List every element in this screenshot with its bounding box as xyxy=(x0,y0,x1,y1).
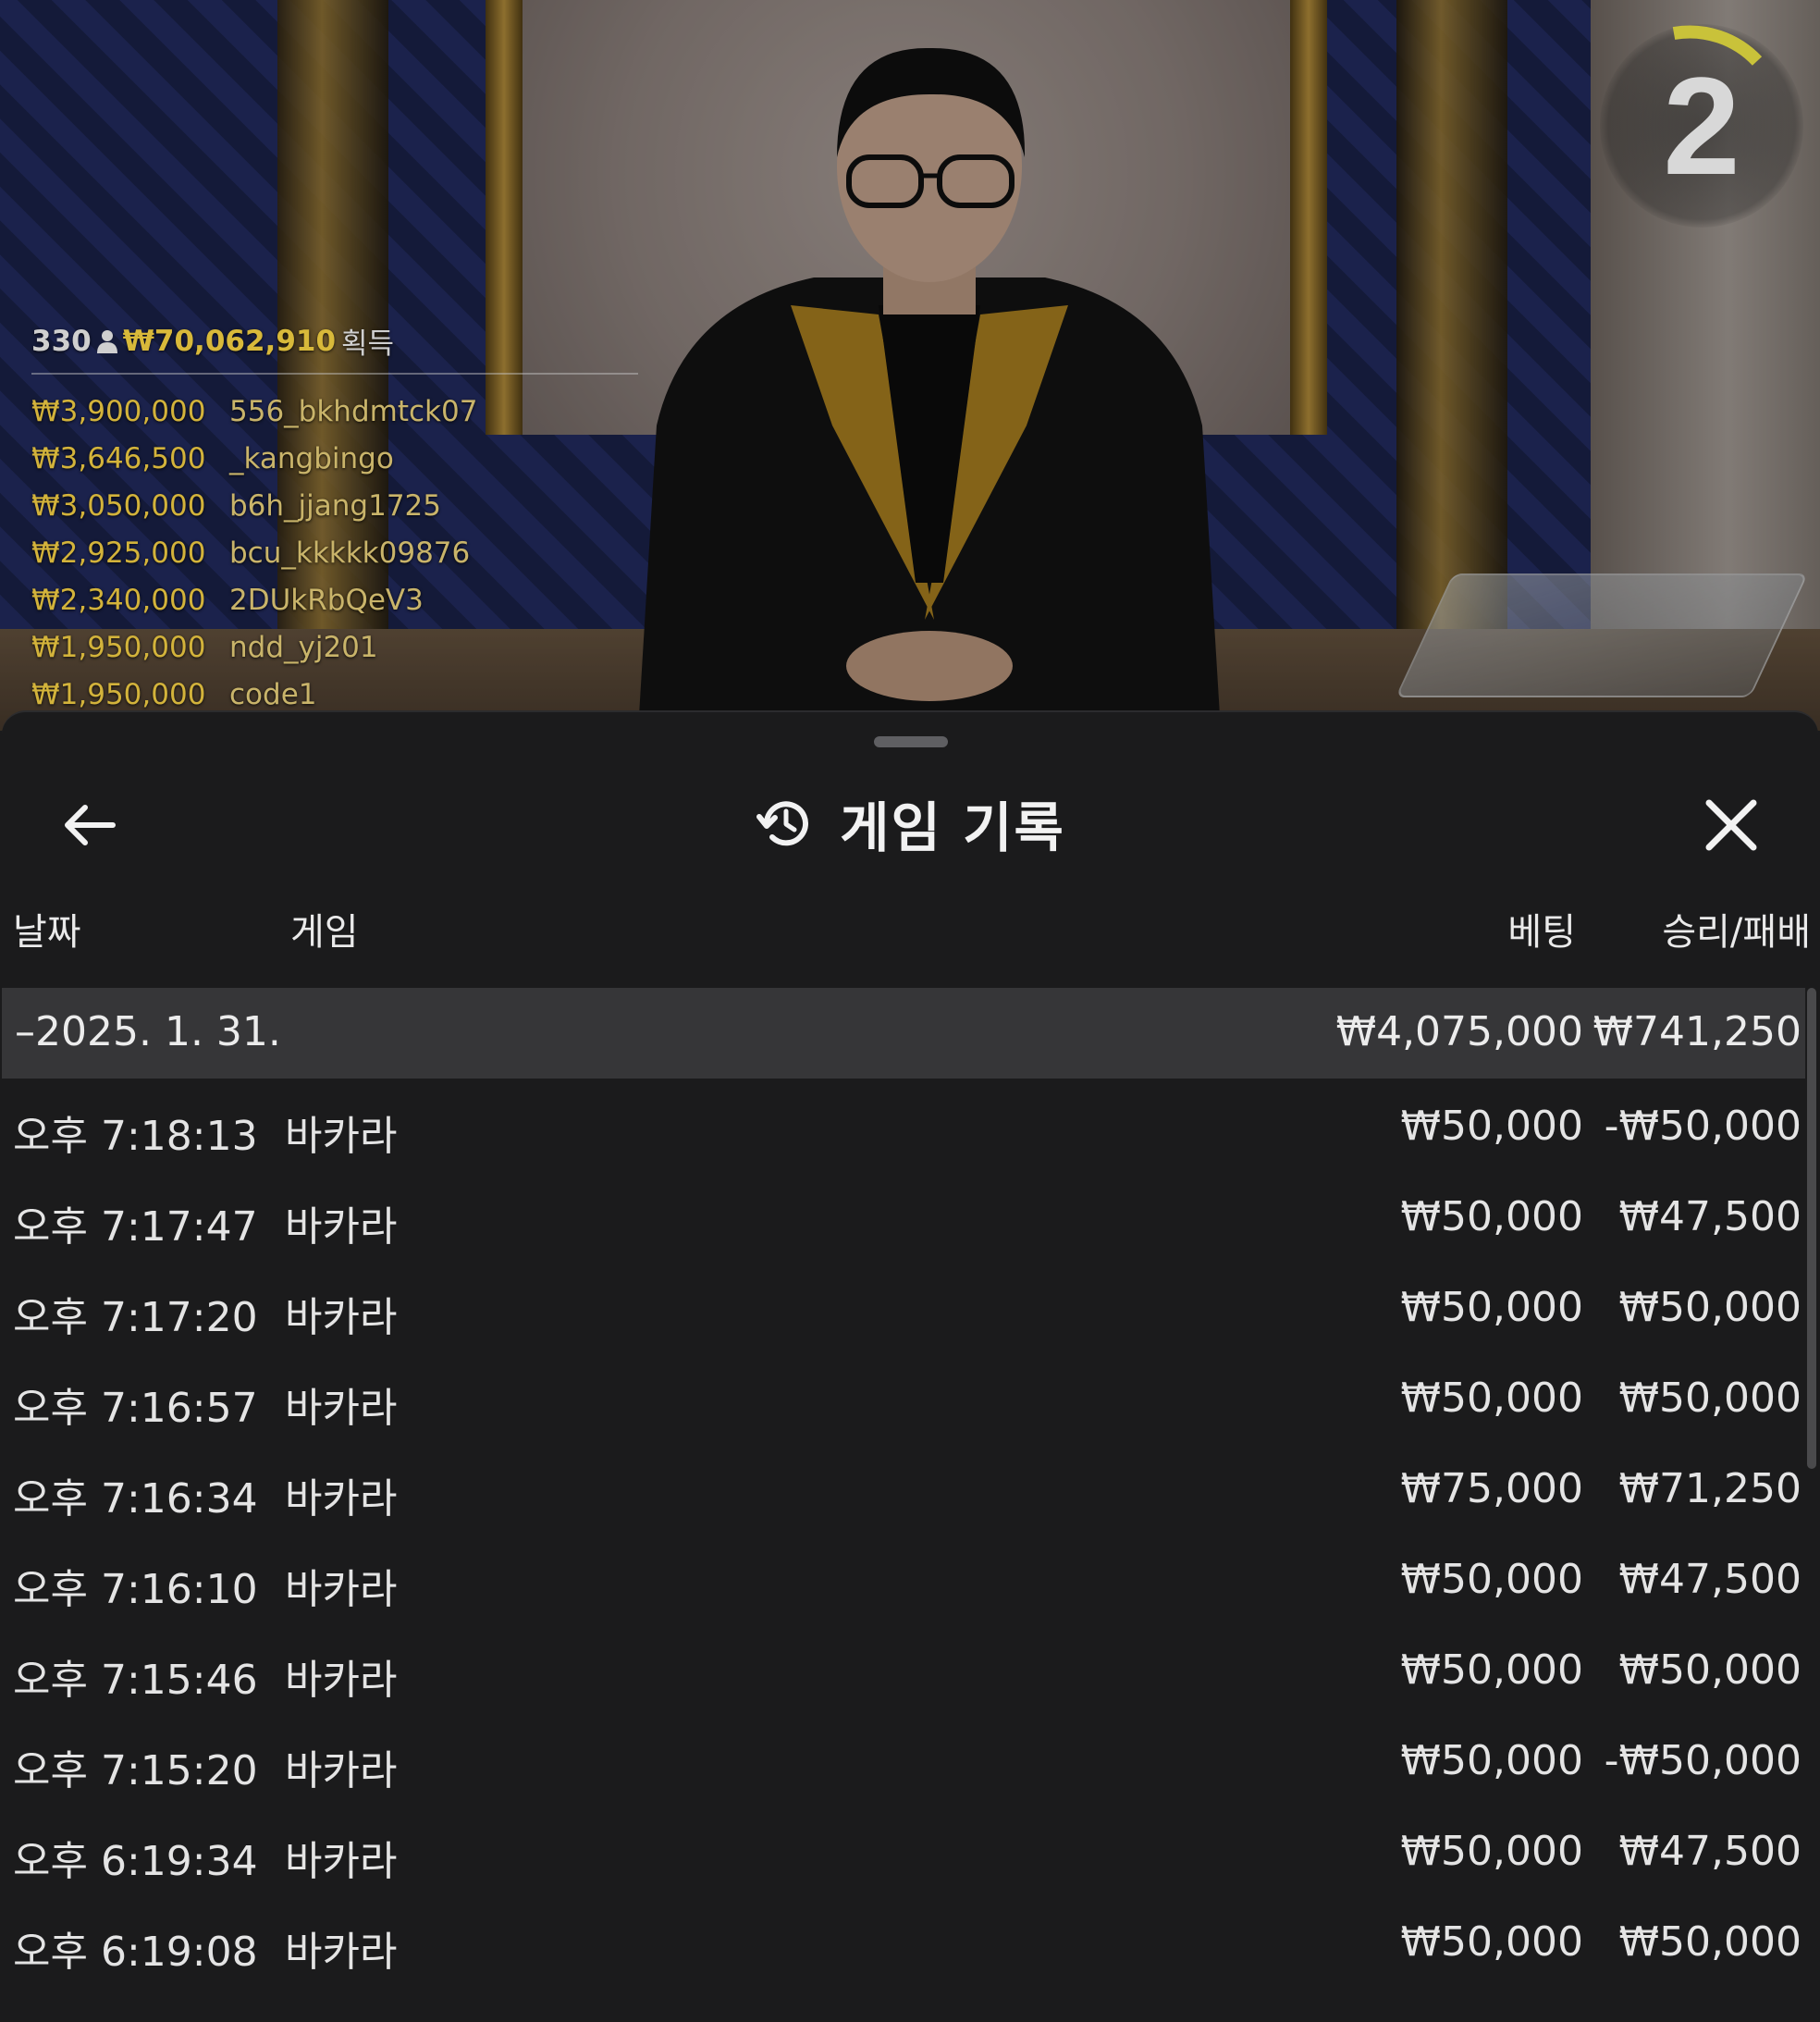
row-bet: ₩50,000 xyxy=(1400,1375,1583,1422)
live-video: 2 330 ₩70,062,910 획득 ₩3,900,000 556_bkhdm… xyxy=(0,0,1820,731)
history-row[interactable]: 오후 7:15:20 바카라 ₩50,000 -₩50,000 xyxy=(2,1713,1805,1804)
history-row[interactable]: 오후 7:15:46 바카라 ₩50,000 ₩50,000 xyxy=(2,1622,1805,1713)
row-result: ₩50,000 xyxy=(1618,1646,1802,1694)
history-icon xyxy=(756,801,809,846)
sheet-drag-handle[interactable] xyxy=(874,736,948,747)
row-game: 바카라 xyxy=(285,1838,398,1885)
row-result: ₩47,500 xyxy=(1618,1556,1802,1603)
row-result: ₩47,500 xyxy=(1618,1193,1802,1240)
row-game: 바카라 xyxy=(285,1294,398,1341)
row-result: ₩50,000 xyxy=(1618,1284,1802,1331)
winner-row: ₩1,950,000 ndd_yj201 xyxy=(31,623,642,671)
column-header-bet: 베팅 xyxy=(1507,911,1576,954)
winner-row: ₩3,050,000 b6h_jjang1725 xyxy=(31,482,642,529)
column-header-date: 날짜 xyxy=(13,911,81,954)
group-date: –2025. 1. 31. xyxy=(15,1008,281,1055)
row-result: ₩47,500 xyxy=(1618,1828,1802,1875)
row-game: 바카라 xyxy=(285,1113,398,1160)
game-history-sheet: 게임 기록 날짜 게임 베팅 승리/패배 –2025. 1. 31. ₩4,07… xyxy=(2,710,1818,2022)
winner-amount: ₩3,646,500 xyxy=(31,441,206,475)
countdown-timer: 2 xyxy=(1600,24,1803,228)
history-row[interactable]: 오후 7:17:47 바카라 ₩50,000 ₩47,500 xyxy=(2,1169,1805,1260)
winner-amount: ₩2,340,000 xyxy=(31,583,206,617)
winners-summary: 330 ₩70,062,910 획득 xyxy=(31,320,638,375)
person-icon xyxy=(96,329,117,353)
column-header-result: 승리/패배 xyxy=(1662,911,1811,954)
row-result: -₩50,000 xyxy=(1604,1737,1802,1784)
row-game: 바카라 xyxy=(285,1203,398,1251)
winner-row: ₩2,340,000 2DUkRbQeV3 xyxy=(31,576,642,623)
row-game: 바카라 xyxy=(285,1566,398,1613)
history-list: 오후 7:18:13 바카라 ₩50,000 -₩50,000 오후 7:17:47 바… xyxy=(2,1079,1805,1985)
winner-username: bcu_kkkkk09876 xyxy=(229,536,471,570)
row-result: -₩50,000 xyxy=(1604,1103,1802,1150)
row-bet: ₩75,000 xyxy=(1400,1465,1583,1512)
row-game: 바카라 xyxy=(285,1475,398,1523)
winner-row: ₩2,925,000 bcu_kkkkk09876 xyxy=(31,529,642,576)
sheet-header: 게임 기록 xyxy=(2,777,1818,869)
winner-username: 2DUkRbQeV3 xyxy=(229,583,424,617)
row-game: 바카라 xyxy=(285,1657,398,1704)
close-button[interactable] xyxy=(1694,788,1768,862)
history-row[interactable]: 오후 7:16:57 바카라 ₩50,000 ₩50,000 xyxy=(2,1350,1805,1441)
winner-row: ₩3,646,500 _kangbingo xyxy=(31,435,642,482)
row-bet: ₩50,000 xyxy=(1400,1918,1583,1966)
row-bet: ₩50,000 xyxy=(1400,1284,1583,1331)
winner-username: 556_bkhdmtck07 xyxy=(229,394,478,428)
row-bet: ₩50,000 xyxy=(1400,1828,1583,1875)
row-time: 오후 6:19:34 xyxy=(13,1838,258,1885)
row-time: 오후 7:15:46 xyxy=(13,1657,258,1704)
row-bet: ₩50,000 xyxy=(1400,1103,1583,1150)
row-game: 바카라 xyxy=(285,1747,398,1794)
scrollbar[interactable] xyxy=(1807,988,1816,1469)
page-title: 게임 기록 xyxy=(840,796,1065,859)
row-time: 오후 7:15:20 xyxy=(13,1747,258,1794)
winner-row: ₩3,900,000 556_bkhdmtck07 xyxy=(31,388,642,435)
row-bet: ₩50,000 xyxy=(1400,1193,1583,1240)
row-time: 오후 7:17:20 xyxy=(13,1294,258,1341)
winners-list: ₩3,900,000 556_bkhdmtck07 ₩3,646,500 _kang… xyxy=(31,388,642,718)
winner-username: b6h_jjang1725 xyxy=(229,488,441,523)
row-game: 바카라 xyxy=(285,1929,398,1976)
row-time: 오후 7:18:13 xyxy=(13,1113,258,1160)
row-bet: ₩50,000 xyxy=(1400,1737,1583,1784)
winner-username: code1 xyxy=(229,677,317,711)
timer-seconds: 2 xyxy=(1663,48,1740,203)
history-row[interactable]: 오후 7:16:10 바카라 ₩50,000 ₩47,500 xyxy=(2,1532,1805,1622)
row-result: ₩71,250 xyxy=(1618,1465,1802,1512)
history-row[interactable]: 오후 7:18:13 바카라 ₩50,000 -₩50,000 xyxy=(2,1079,1805,1169)
winner-amount: ₩1,950,000 xyxy=(31,677,206,711)
row-bet: ₩50,000 xyxy=(1400,1556,1583,1603)
winner-count: 330 xyxy=(31,324,92,358)
history-row[interactable]: 오후 7:17:20 바카라 ₩50,000 ₩50,000 xyxy=(2,1260,1805,1350)
winner-amount: ₩1,950,000 xyxy=(31,630,206,664)
history-row[interactable]: 오후 7:16:34 바카라 ₩75,000 ₩71,250 xyxy=(2,1441,1805,1532)
column-header-game: 게임 xyxy=(290,911,359,954)
winner-username: ndd_yj201 xyxy=(229,630,378,664)
history-row[interactable]: 오후 6:19:34 바카라 ₩50,000 ₩47,500 xyxy=(2,1804,1805,1894)
history-row[interactable]: 오후 6:19:08 바카라 ₩50,000 ₩50,000 xyxy=(2,1894,1805,1985)
winnings-suffix: 획득 xyxy=(341,327,395,361)
row-result: ₩50,000 xyxy=(1618,1375,1802,1422)
row-bet: ₩50,000 xyxy=(1400,1646,1583,1694)
group-bet-total: ₩4,075,000 xyxy=(1335,1008,1583,1055)
row-time: 오후 7:16:34 xyxy=(13,1475,258,1523)
row-time: 오후 7:16:10 xyxy=(13,1566,258,1613)
winnings-total: ₩70,062,910 xyxy=(122,324,337,358)
winner-amount: ₩3,050,000 xyxy=(31,488,206,523)
group-result-total: ₩741,250 xyxy=(1592,1008,1802,1055)
winner-username: _kangbingo xyxy=(229,441,394,475)
date-group-row[interactable]: –2025. 1. 31. ₩4,075,000 ₩741,250 xyxy=(2,988,1805,1079)
row-time: 오후 7:16:57 xyxy=(13,1385,258,1432)
row-result: ₩50,000 xyxy=(1618,1918,1802,1966)
winner-amount: ₩3,900,000 xyxy=(31,394,206,428)
row-game: 바카라 xyxy=(285,1385,398,1432)
row-time: 오후 7:17:47 xyxy=(13,1203,258,1251)
close-icon xyxy=(1705,799,1757,851)
row-time: 오후 6:19:08 xyxy=(13,1929,258,1976)
winner-amount: ₩2,925,000 xyxy=(31,536,206,570)
winners-panel: 330 ₩70,062,910 획득 ₩3,900,000 556_bkhdmtc… xyxy=(31,320,642,718)
